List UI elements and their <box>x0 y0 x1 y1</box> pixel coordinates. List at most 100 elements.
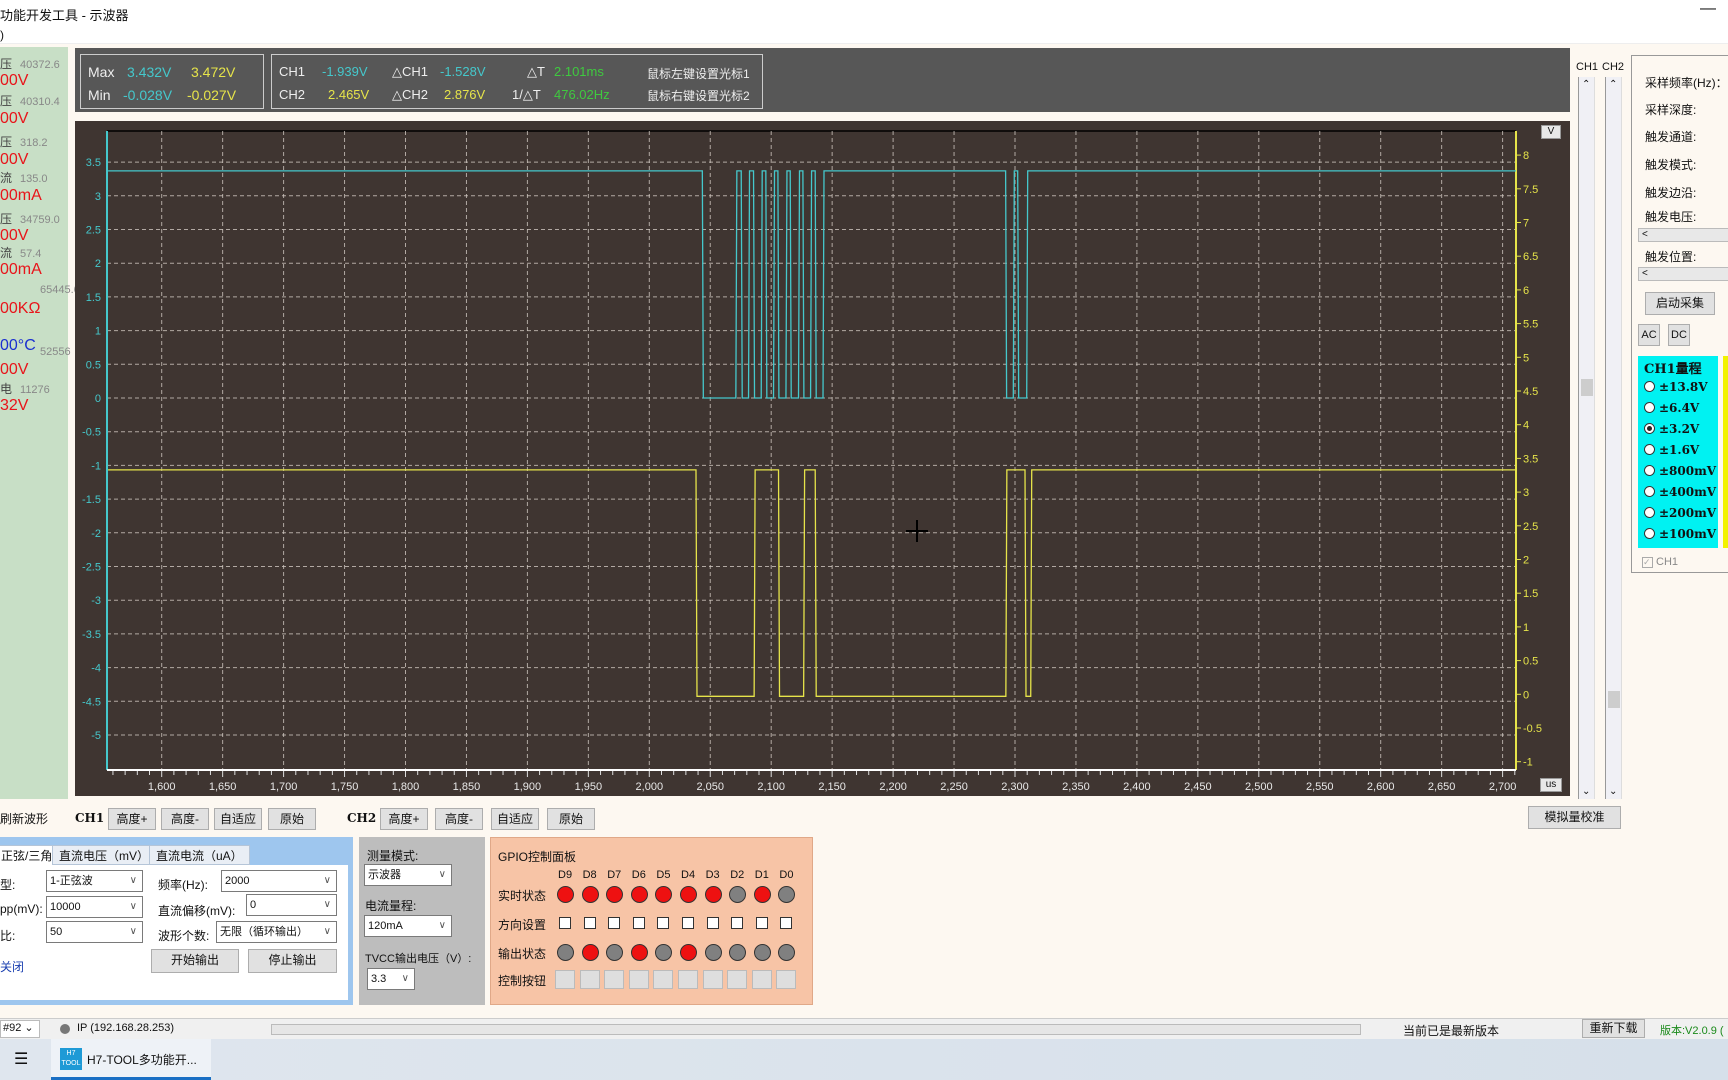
output-led-d8[interactable] <box>581 944 599 961</box>
output-led-d7[interactable] <box>606 944 624 961</box>
dt-value: 2.101ms <box>554 64 604 79</box>
control-button-d0[interactable] <box>776 970 797 989</box>
taskbar-app-h7tool[interactable]: H7 TOOL H7-TOOL多功能开... <box>51 1039 211 1080</box>
ch2-original-button[interactable]: 原始 <box>547 808 595 830</box>
range-option[interactable]: ±13.8V <box>1644 380 1708 394</box>
ch1-auto-button[interactable]: 自适应 <box>214 808 262 830</box>
port-select[interactable]: #92 ⌄ <box>0 1020 40 1038</box>
scroll-thumb[interactable] <box>1581 379 1593 396</box>
task-view-icon[interactable]: ☰ <box>14 1049 28 1069</box>
radio-icon[interactable] <box>1644 486 1655 497</box>
range-option[interactable]: ±6.4V <box>1644 401 1699 415</box>
output-led-d0[interactable] <box>778 944 796 961</box>
refresh-waveform-label[interactable]: 刷新波形 <box>0 810 48 827</box>
waveform-chart[interactable]: 1,600 1,650 1,700 1,750 1,800 1,850 1,900 1,950… <box>75 121 1570 796</box>
direction-checkbox-d6[interactable] <box>632 917 645 929</box>
control-button-d9[interactable] <box>555 970 575 989</box>
ch1-height-minus-button[interactable]: 高度- <box>161 808 209 830</box>
menu-item[interactable]: ) <box>0 28 4 42</box>
x-tick-label: 2,050 <box>696 781 724 793</box>
direction-checkbox-d5[interactable] <box>657 917 670 929</box>
close-link[interactable]: 关闭 <box>0 958 24 975</box>
start-output-button[interactable]: 开始输出 <box>151 949 239 973</box>
wave-type-select[interactable]: 1-正弦波 <box>46 870 143 892</box>
control-button-d2[interactable] <box>727 970 748 989</box>
control-button-d3[interactable] <box>702 970 723 989</box>
direction-checkbox-d8[interactable] <box>583 917 596 929</box>
scroll-down-icon[interactable]: ⌄ <box>1582 786 1590 797</box>
current-range-select[interactable]: 120mA <box>364 915 452 937</box>
trigger-voltage-slider[interactable]: < <box>1638 228 1728 242</box>
dc-coupling-button[interactable]: DC <box>1668 324 1690 346</box>
output-led-d5[interactable] <box>655 944 673 961</box>
radio-icon[interactable] <box>1644 444 1655 455</box>
scroll-down-icon[interactable]: ⌄ <box>1609 786 1617 797</box>
wave-count-select[interactable]: 无限（循环输出） <box>216 921 337 943</box>
ch1-offset-scrollbar[interactable]: ⌃ ⌄ <box>1578 77 1595 799</box>
direction-checkbox-d7[interactable] <box>608 917 621 929</box>
dch2-value: 2.876V <box>444 87 486 102</box>
range-option[interactable]: ±3.2V <box>1644 422 1699 436</box>
ch2-height-minus-button[interactable]: 高度- <box>435 808 483 830</box>
control-button-d5[interactable] <box>653 970 674 989</box>
control-button-d6[interactable] <box>628 970 649 989</box>
output-led-d3[interactable] <box>704 944 722 961</box>
vpp-select[interactable]: 10000 <box>46 896 143 918</box>
dc-offset-select[interactable]: 0 <box>246 894 337 916</box>
output-led-d9[interactable] <box>557 944 574 961</box>
reading-name: 压 <box>0 212 13 226</box>
radio-icon[interactable] <box>1644 465 1655 476</box>
analog-calibration-button[interactable]: 模拟量校准 <box>1528 806 1621 829</box>
frequency-select[interactable]: 2000 <box>221 870 337 892</box>
radio-icon[interactable] <box>1644 381 1655 392</box>
tab-sine-triangle[interactable]: 正弦/三角 <box>0 845 60 865</box>
ch2-height-plus-button[interactable]: 高度+ <box>380 808 428 830</box>
range-option[interactable]: ±200mV <box>1644 506 1716 520</box>
ac-coupling-button[interactable]: AC <box>1638 324 1660 346</box>
direction-checkbox-d1[interactable] <box>755 917 768 929</box>
output-led-d2[interactable] <box>729 944 747 961</box>
tab-dc-voltage[interactable]: 直流电压（mV） <box>52 845 157 865</box>
ch1-height-plus-button[interactable]: 高度+ <box>108 808 156 830</box>
y-unit-button[interactable]: V <box>1541 125 1561 139</box>
tab-dc-current[interactable]: 直流电流（uA） <box>149 845 250 865</box>
control-button-d8[interactable] <box>579 970 600 989</box>
radio-icon[interactable] <box>1644 528 1655 539</box>
stop-output-button[interactable]: 停止输出 <box>248 949 337 973</box>
radio-icon[interactable] <box>1644 507 1655 518</box>
ch1-original-button[interactable]: 原始 <box>268 808 316 830</box>
radio-icon[interactable] <box>1644 423 1655 434</box>
direction-checkbox-d9[interactable] <box>559 917 571 929</box>
range-option[interactable]: ±400mV <box>1644 485 1716 499</box>
range-option[interactable]: ±1.6V <box>1644 443 1699 457</box>
control-button-d1[interactable] <box>751 970 772 989</box>
direction-checkbox-d4[interactable] <box>682 917 694 929</box>
reading-label: 压 40372.6 <box>0 55 60 72</box>
scroll-up-icon[interactable]: ⌃ <box>1582 79 1590 90</box>
redownload-button[interactable]: 重新下载 <box>1582 1019 1645 1038</box>
direction-checkbox-d2[interactable] <box>731 917 744 929</box>
trigger-position-slider[interactable]: < <box>1638 267 1728 281</box>
start-acquisition-button[interactable]: 启动采集 <box>1645 292 1715 315</box>
tvcc-select[interactable]: 3.3 <box>367 968 415 990</box>
minimize-button[interactable]: — <box>1700 0 1716 18</box>
ch2-offset-scrollbar[interactable]: ⌃ ⌄ <box>1605 77 1622 799</box>
output-led-d6[interactable] <box>630 944 648 961</box>
scroll-up-icon[interactable]: ⌃ <box>1609 79 1617 90</box>
ch2-auto-button[interactable]: 自适应 <box>491 808 539 830</box>
duty-select[interactable]: 50 <box>46 921 143 943</box>
direction-checkbox-d0[interactable] <box>780 917 793 929</box>
oscilloscope-plot[interactable]: 1,600 1,650 1,700 1,750 1,800 1,850 1,900 1,950… <box>75 121 1570 796</box>
ch1-checkbox[interactable]: ✓ CH1 <box>1642 556 1678 568</box>
control-button-d4[interactable] <box>678 970 698 989</box>
direction-checkbox-d3[interactable] <box>706 917 719 929</box>
output-led-d4[interactable] <box>680 944 697 961</box>
output-led-d1[interactable] <box>753 944 771 961</box>
range-option[interactable]: ±800mV <box>1644 464 1716 478</box>
radio-icon[interactable] <box>1644 402 1655 413</box>
measure-mode-select[interactable]: 示波器 <box>364 864 452 886</box>
scroll-thumb[interactable] <box>1608 691 1620 708</box>
x-unit-button[interactable]: us <box>1540 778 1562 792</box>
control-button-d7[interactable] <box>604 970 625 989</box>
range-option[interactable]: ±100mV <box>1644 527 1716 541</box>
